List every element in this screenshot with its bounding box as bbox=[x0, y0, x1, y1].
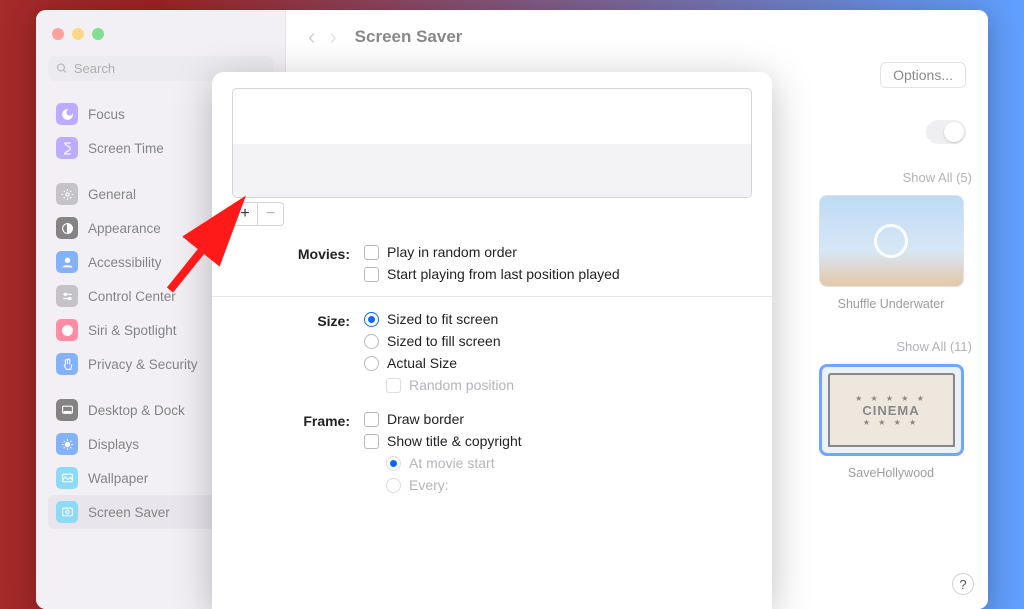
sidebar-item-label: Focus bbox=[88, 107, 125, 122]
sidebar-item-label: Appearance bbox=[88, 221, 161, 236]
every-radio: Every: bbox=[364, 477, 752, 493]
size-fit-radio[interactable]: Sized to fit screen bbox=[364, 311, 752, 327]
wallpaper-icon bbox=[56, 467, 78, 489]
options-sheet: + − Movies: Play in random order Start p… bbox=[212, 72, 772, 609]
hand-icon bbox=[56, 353, 78, 375]
hourglass-icon bbox=[56, 137, 78, 159]
movies-list[interactable] bbox=[232, 88, 752, 198]
sun-icon bbox=[56, 433, 78, 455]
sidebar-item-label: General bbox=[88, 187, 136, 202]
sidebar-item-label: Control Center bbox=[88, 289, 176, 304]
appearance-icon bbox=[56, 217, 78, 239]
show-title-checkbox[interactable]: Show title & copyright bbox=[364, 433, 752, 449]
movies-label: Movies: bbox=[232, 246, 364, 262]
dock-icon bbox=[56, 399, 78, 421]
forward-button[interactable]: › bbox=[329, 24, 336, 50]
siri-icon bbox=[56, 319, 78, 341]
moon-icon bbox=[56, 103, 78, 125]
saver-icon bbox=[56, 501, 78, 523]
draw-border-checkbox[interactable]: Draw border bbox=[364, 411, 752, 427]
sidebar-item-label: Siri & Spotlight bbox=[88, 323, 177, 338]
sidebar-item-label: Screen Saver bbox=[88, 505, 170, 520]
remove-button[interactable]: − bbox=[258, 203, 283, 225]
frame-label: Frame: bbox=[232, 413, 364, 429]
gear-icon bbox=[56, 183, 78, 205]
close-window-button[interactable] bbox=[52, 28, 64, 40]
toggle-switch[interactable] bbox=[926, 120, 966, 144]
sidebar-item-label: Accessibility bbox=[88, 255, 162, 270]
random-position-checkbox: Random position bbox=[364, 377, 752, 393]
screensaver-thumb-savehollywood[interactable]: ★ ★ ★ ★ ★ CINEMA ★ ★ ★ ★ bbox=[819, 364, 964, 456]
minimize-window-button[interactable] bbox=[72, 28, 84, 40]
play-random-checkbox[interactable]: Play in random order bbox=[364, 244, 752, 260]
zoom-window-button[interactable] bbox=[92, 28, 104, 40]
help-button[interactable]: ? bbox=[952, 573, 974, 595]
sidebar-item-label: Screen Time bbox=[88, 141, 164, 156]
add-remove-controls: + − bbox=[232, 202, 284, 226]
search-icon bbox=[56, 62, 68, 75]
switches-icon bbox=[56, 285, 78, 307]
resume-position-checkbox[interactable]: Start playing from last position played bbox=[364, 266, 752, 282]
sidebar-item-label: Displays bbox=[88, 437, 139, 452]
window-controls bbox=[48, 20, 273, 52]
page-title: Screen Saver bbox=[355, 27, 463, 47]
size-fill-radio[interactable]: Sized to fill screen bbox=[364, 333, 752, 349]
size-label: Size: bbox=[232, 313, 364, 329]
back-button[interactable]: ‹ bbox=[308, 24, 315, 50]
thumb-label-1: Shuffle Underwater bbox=[838, 297, 945, 311]
show-all-link-1[interactable]: Show All (5) bbox=[903, 170, 972, 185]
thumb-label-2: SaveHollywood bbox=[848, 466, 934, 480]
sidebar-item-label: Privacy & Security bbox=[88, 357, 198, 372]
at-movie-start-radio: At movie start bbox=[364, 455, 752, 471]
screensaver-thumb-shuffle-underwater[interactable] bbox=[819, 195, 964, 287]
toggle-knob bbox=[944, 122, 964, 142]
sidebar-item-label: Desktop & Dock bbox=[88, 403, 185, 418]
sidebar-item-label: Wallpaper bbox=[88, 471, 148, 486]
show-all-link-2[interactable]: Show All (11) bbox=[896, 339, 972, 354]
add-button[interactable]: + bbox=[233, 203, 258, 225]
person-icon bbox=[56, 251, 78, 273]
size-actual-radio[interactable]: Actual Size bbox=[364, 355, 752, 371]
shuffle-icon bbox=[874, 224, 908, 258]
options-button[interactable]: Options... bbox=[880, 62, 966, 88]
